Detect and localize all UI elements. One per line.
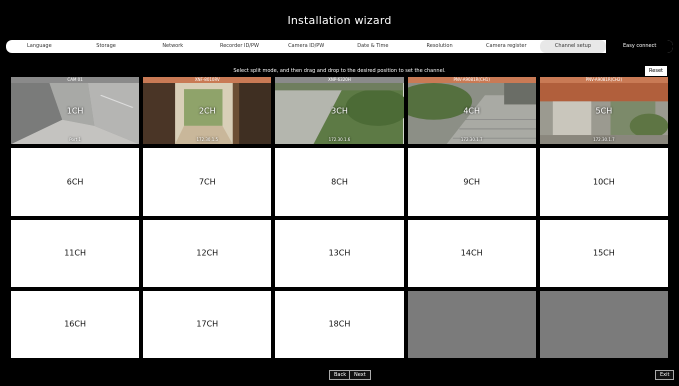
channel-label: 11CH [64,248,86,258]
step-channel-setup[interactable]: Channel setup [539,40,607,53]
next-button[interactable]: Next [349,370,371,380]
channel-cell-disabled [539,290,668,358]
channel-label: 2CH [198,106,216,116]
channel-cell-7[interactable]: 7CH [143,148,272,216]
channel-cell-13[interactable]: 13CH [275,219,404,287]
channel-cell-18[interactable]: 18CH [275,290,404,358]
channel-grid: CAM 01 1CH Port 1 XNF-8010RV 2CH 172.30.… [11,77,668,358]
channel-cell-12[interactable]: 12CH [143,219,272,287]
wizard-steps: Language Storage Network Recorder ID/PW … [6,40,673,53]
channel-label: 9CH [463,177,481,187]
camera-port: Port 1 [69,137,81,143]
channel-cell-11[interactable]: 11CH [11,219,140,287]
channel-label: 16CH [64,319,86,329]
camera-ip: 172.30.1.7 [593,137,615,143]
step-easy-connect[interactable]: Easy connect [606,40,673,53]
channel-cell-6[interactable]: 6CH [11,148,140,216]
channel-label: 12CH [196,248,219,258]
channel-label: 15CH [593,248,615,258]
step-recorder-id-pw[interactable]: Recorder ID/PW [206,40,273,53]
back-button[interactable]: Back [329,370,352,380]
camera-ip: 172.30.1.7 [460,137,483,143]
camera-ip: 172.30.1.5 [196,137,219,143]
channel-cell-disabled [407,290,536,358]
channel-cell-10[interactable]: 10CH [539,148,668,216]
channel-label: 10CH [593,177,615,187]
channel-cell-17[interactable]: 17CH [143,290,272,358]
channel-cell-9[interactable]: 9CH [407,148,536,216]
channel-cell-16[interactable]: 16CH [11,290,140,358]
step-date-time[interactable]: Date & Time [340,40,407,53]
step-resolution[interactable]: Resolution [406,40,473,53]
channel-cell-2[interactable]: XNF-8010RV 2CH 172.30.1.5 [143,77,272,145]
channel-cell-14[interactable]: 14CH [407,219,536,287]
channel-label: 1CH [66,106,84,116]
step-camera-id-pw[interactable]: Camera ID/PW [273,40,340,53]
instruction-text: Select split mode, and then drag and dro… [233,68,446,74]
channel-cell-15[interactable]: 15CH [539,219,668,287]
channel-cell-3[interactable]: XNP-6320H 3CH 172.30.1.6 [275,77,404,145]
channel-label: 3CH [331,106,348,116]
channel-label: 18CH [328,319,351,329]
channel-cell-1[interactable]: CAM 01 1CH Port 1 [11,77,140,145]
channel-label: 8CH [331,177,348,187]
channel-label: 13CH [328,248,351,258]
step-storage[interactable]: Storage [73,40,140,53]
exit-button[interactable]: Exit [655,370,675,380]
page-title: Installation wizard [287,14,392,27]
camera-ip: 172.30.1.6 [328,137,351,143]
step-camera-register[interactable]: Camera register [473,40,540,53]
channel-cell-4[interactable]: PNV-A9081R(CH1) 4CH 172.30.1.7 [407,77,536,145]
channel-label: 5CH [595,106,613,116]
channel-label: 4CH [463,106,481,116]
channel-label: 6CH [66,177,84,187]
channel-label: 14CH [460,248,483,258]
step-network[interactable]: Network [139,40,206,53]
channel-cell-5[interactable]: PNV-A9081R(CH2) 5CH 172.30.1.7 [539,77,668,145]
channel-cell-8[interactable]: 8CH [275,148,404,216]
channel-label: 17CH [196,319,219,329]
reset-button[interactable]: Reset [645,66,667,76]
channel-label: 7CH [198,177,216,187]
step-language[interactable]: Language [6,40,73,53]
